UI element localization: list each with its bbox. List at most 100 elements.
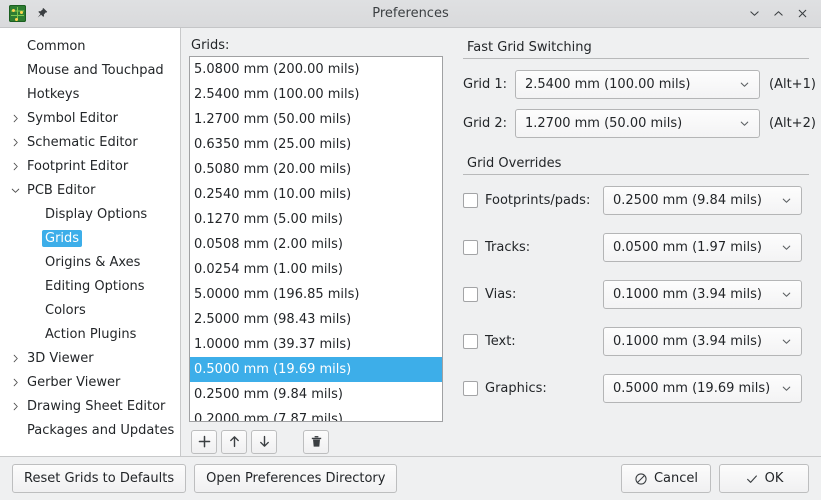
- grid-list-item[interactable]: 0.5000 mm (19.69 mils): [190, 357, 442, 382]
- sidebar-item-footprint-editor[interactable]: Footprint Editor: [0, 154, 180, 178]
- grid1-label: Grid 1:: [463, 77, 515, 92]
- chevron-down-icon: [735, 117, 753, 130]
- sidebar-item-label: Origins & Axes: [42, 254, 143, 271]
- grid-override-row-graphics: Graphics:0.5000 mm (19.69 mils): [463, 373, 809, 403]
- sidebar-item-3d-viewer[interactable]: 3D Viewer: [0, 346, 180, 370]
- ok-button[interactable]: OK: [719, 464, 809, 493]
- no-entry-icon: [634, 472, 648, 486]
- chevron-down-icon: [735, 78, 753, 91]
- checkbox-graphics[interactable]: [463, 381, 478, 396]
- sidebar-item-label: Hotkeys: [24, 86, 82, 103]
- sidebar-item-schematic-editor[interactable]: Schematic Editor: [0, 130, 180, 154]
- grids-list[interactable]: 5.0800 mm (200.00 mils)2.5400 mm (100.00…: [189, 56, 443, 422]
- chevron-down-icon: [777, 194, 795, 207]
- grid-list-item[interactable]: 0.0508 mm (2.00 mils): [190, 232, 442, 257]
- fast-grid-switching-group: Fast Grid Switching Grid 1: 2.5400 mm (1…: [463, 36, 809, 138]
- grid1-select[interactable]: 2.5400 mm (100.00 mils): [515, 70, 760, 99]
- sidebar-item-common[interactable]: Common: [0, 34, 180, 58]
- grid-list-item[interactable]: 0.2500 mm (9.84 mils): [190, 382, 442, 407]
- grid-override-label: Vias:: [485, 287, 603, 302]
- grid-override-label: Tracks:: [485, 240, 603, 255]
- sidebar-item-label: Editing Options: [42, 278, 148, 295]
- ok-button-label: OK: [765, 471, 784, 486]
- preferences-dialog: Preferences CommonMouse and TouchpadHotk…: [0, 0, 821, 500]
- grid-override-select-text[interactable]: 0.1000 mm (3.94 mils): [603, 327, 802, 356]
- grid-list-item[interactable]: 2.5000 mm (98.43 mils): [190, 307, 442, 332]
- check-icon: [745, 472, 759, 486]
- grid-list-item[interactable]: 1.0000 mm (39.37 mils): [190, 332, 442, 357]
- grid-list-item[interactable]: 5.0800 mm (200.00 mils): [190, 57, 442, 82]
- grid-options-panel: Fast Grid Switching Grid 1: 2.5400 mm (1…: [451, 28, 821, 456]
- sidebar-item-label: Schematic Editor: [24, 134, 141, 151]
- sidebar-item-packages-and-updates[interactable]: Packages and Updates: [0, 418, 180, 442]
- dialog-body: Common Mouse and Touchpad Hotkeys Symbol Ed…: [0, 28, 821, 456]
- grid1-row: Grid 1: 2.5400 mm (100.00 mils) (Alt+1): [463, 69, 809, 99]
- grid-override-select-footprints-pads[interactable]: 0.2500 mm (9.84 mils): [603, 186, 802, 215]
- chevron-right-icon[interactable]: [6, 161, 24, 172]
- sidebar-item-origins-axes[interactable]: Origins & Axes: [0, 250, 180, 274]
- sidebar-item-label: Footprint Editor: [24, 158, 131, 175]
- cancel-button[interactable]: Cancel: [621, 464, 711, 493]
- sidebar-item-symbol-editor[interactable]: Symbol Editor: [0, 106, 180, 130]
- sidebar-item-label: Symbol Editor: [24, 110, 121, 127]
- sidebar-item-colors[interactable]: Colors: [0, 298, 180, 322]
- shade-button[interactable]: [743, 3, 765, 25]
- grid2-value: 1.2700 mm (50.00 mils): [525, 116, 735, 131]
- pin-icon[interactable]: [32, 5, 50, 23]
- chevron-right-icon[interactable]: [6, 113, 24, 124]
- grid1-hotkey-hint: (Alt+1): [769, 77, 816, 92]
- title-bar-left: [4, 5, 50, 23]
- checkbox-vias[interactable]: [463, 287, 478, 302]
- chevron-down-icon: [777, 335, 795, 348]
- sidebar-item-grids[interactable]: Grids: [0, 226, 180, 250]
- sidebar-item-label: Gerber Viewer: [24, 374, 123, 391]
- sidebar-item-mouse-and-touchpad[interactable]: Mouse and Touchpad: [0, 58, 180, 82]
- checkbox-footprints-pads[interactable]: [463, 193, 478, 208]
- grids-label: Grids:: [191, 38, 443, 53]
- sidebar-item-label: Display Options: [42, 206, 150, 223]
- grid-list-item[interactable]: 0.6350 mm (25.00 mils): [190, 132, 442, 157]
- grid-override-row-text: Text:0.1000 mm (3.94 mils): [463, 326, 809, 356]
- sidebar-item-pcb-editor[interactable]: PCB Editor: [0, 178, 180, 202]
- sidebar-item-display-options[interactable]: Display Options: [0, 202, 180, 226]
- sidebar-item-hotkeys[interactable]: Hotkeys: [0, 82, 180, 106]
- close-button[interactable]: [791, 3, 813, 25]
- grid-list-item[interactable]: 0.2000 mm (7.87 mils): [190, 407, 442, 422]
- fast-grid-switching-divider: [463, 58, 809, 59]
- chevron-right-icon[interactable]: [6, 377, 24, 388]
- chevron-right-icon[interactable]: [6, 137, 24, 148]
- maximize-button[interactable]: [767, 3, 789, 25]
- grid-list-item[interactable]: 5.0000 mm (196.85 mils): [190, 282, 442, 307]
- preferences-sidebar[interactable]: Common Mouse and Touchpad Hotkeys Symbol Ed…: [0, 28, 181, 456]
- chevron-down-icon[interactable]: [6, 185, 24, 196]
- grid2-select[interactable]: 1.2700 mm (50.00 mils): [515, 109, 760, 138]
- chevron-right-icon[interactable]: [6, 401, 24, 412]
- grid-list-item[interactable]: 0.5080 mm (20.00 mils): [190, 157, 442, 182]
- move-grid-down-button[interactable]: [251, 430, 277, 454]
- add-grid-button[interactable]: [191, 430, 217, 454]
- sidebar-item-label: Packages and Updates: [24, 422, 177, 439]
- grid-override-value: 0.1000 mm (3.94 mils): [613, 334, 777, 349]
- sidebar-item-gerber-viewer[interactable]: Gerber Viewer: [0, 370, 180, 394]
- grid-override-label: Footprints/pads:: [485, 193, 603, 208]
- grid-list-item[interactable]: 1.2700 mm (50.00 mils): [190, 107, 442, 132]
- checkbox-text[interactable]: [463, 334, 478, 349]
- chevron-right-icon[interactable]: [6, 353, 24, 364]
- checkbox-tracks[interactable]: [463, 240, 478, 255]
- grid-override-select-graphics[interactable]: 0.5000 mm (19.69 mils): [603, 374, 802, 403]
- delete-grid-button[interactable]: [303, 430, 329, 454]
- move-grid-up-button[interactable]: [221, 430, 247, 454]
- grid-list-item[interactable]: 0.0254 mm (1.00 mils): [190, 257, 442, 282]
- sidebar-item-label: Mouse and Touchpad: [24, 62, 167, 79]
- grid-list-item[interactable]: 0.1270 mm (5.00 mils): [190, 207, 442, 232]
- sidebar-item-action-plugins[interactable]: Action Plugins: [0, 322, 180, 346]
- grid-override-select-tracks[interactable]: 0.0500 mm (1.97 mils): [603, 233, 802, 262]
- sidebar-item-editing-options[interactable]: Editing Options: [0, 274, 180, 298]
- grid-list-item[interactable]: 2.5400 mm (100.00 mils): [190, 82, 442, 107]
- grid-list-item[interactable]: 0.2540 mm (10.00 mils): [190, 182, 442, 207]
- grid-override-select-vias[interactable]: 0.1000 mm (3.94 mils): [603, 280, 802, 309]
- reset-grids-to-defaults-button[interactable]: Reset Grids to Defaults: [12, 464, 186, 493]
- grids-toolbar: [189, 422, 443, 456]
- open-preferences-directory-button[interactable]: Open Preferences Directory: [194, 464, 397, 493]
- sidebar-item-drawing-sheet-editor[interactable]: Drawing Sheet Editor: [0, 394, 180, 418]
